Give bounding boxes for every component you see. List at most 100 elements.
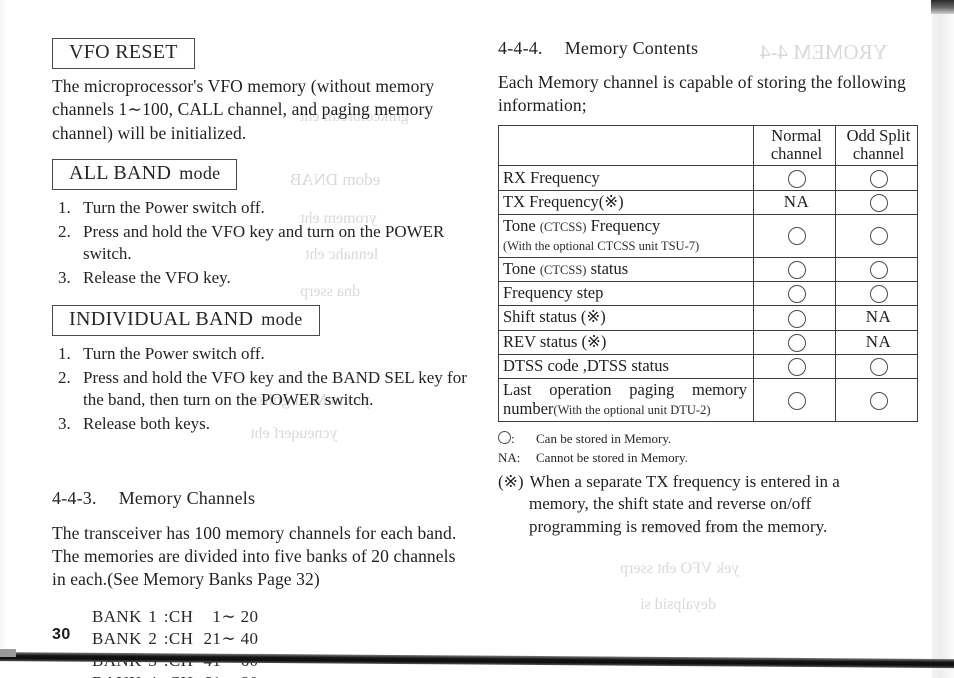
circle-icon xyxy=(787,169,806,188)
list-item: 3. Release both keys. xyxy=(52,413,472,436)
normal-channel-cell: NA xyxy=(753,189,836,215)
individual-band-step-list: 1. Turn the Power switch off. 2. Press a… xyxy=(52,343,472,436)
step-text: Turn the Power switch off. xyxy=(83,343,265,363)
circle-icon xyxy=(869,285,888,304)
channel-range: ∼ 20 xyxy=(221,606,259,626)
table-row: BANK 1 : CH 1 ∼ 20 xyxy=(92,606,267,628)
list-item: 2. Press and hold the VFO key and turn o… xyxy=(52,221,472,267)
odd-split-channel-cell xyxy=(835,165,918,191)
column-header-odd-split-channel: Odd Split channel xyxy=(835,124,918,167)
channel-start: 21 xyxy=(203,628,222,648)
channel-range: ∼ 40 xyxy=(221,628,259,648)
circle-icon xyxy=(787,391,806,410)
bank-range-table: BANK 1 : CH 1 ∼ 20 BANK 2 : CH 21 ∼ 40 B… xyxy=(92,606,267,678)
memory-contents-table: Normal channel Odd Split channel RX Freq… xyxy=(498,124,918,422)
footnote-text: Cannot be stored in Memory. xyxy=(536,449,688,465)
list-item: 3. Release the VFO key. xyxy=(52,267,472,290)
row-label-part-3: Frequency xyxy=(586,215,661,235)
footnote-line-1: When a separate TX frequency is entered … xyxy=(529,471,840,491)
circle-icon xyxy=(787,333,806,352)
all-band-heading-label: ALL BAND xyxy=(69,161,172,184)
table-footnotes: : Can be stored in Memory. NA: Cannot be… xyxy=(498,430,923,539)
row-label: TX Frequency(※) xyxy=(498,189,754,215)
odd-split-channel-cell xyxy=(835,281,918,307)
normal-channel-cell xyxy=(753,281,836,307)
footnote-asterisk: (※) When a separate TX frequency is enter… xyxy=(498,471,923,539)
row-label: Tone (CTCSS) status xyxy=(498,256,754,283)
left-column: VFO RESET The microprocessor's VFO memor… xyxy=(52,38,472,678)
footnote-line-3: programming is removed from the memory. xyxy=(529,517,828,537)
vfo-reset-paragraph: The microprocessor's VFO memory (without… xyxy=(52,76,435,143)
table-row: REV status (※) NA xyxy=(498,329,918,355)
footnote-key-text: (※) xyxy=(498,471,524,491)
right-column: 4-4-4. Memory Contents Each Memory channe… xyxy=(498,38,923,539)
table-row: TX Frequency(※) NA xyxy=(498,189,918,215)
header-line-2: channel xyxy=(770,144,823,163)
table-header-row: Normal channel Odd Split channel xyxy=(498,124,918,167)
row-label-line-2: number xyxy=(503,399,554,419)
circle-icon xyxy=(869,227,888,246)
row-label: Last operation paging memory number(With… xyxy=(498,377,754,422)
row-label: Tone (CTCSS) Frequency (With the optiona… xyxy=(498,213,754,258)
memory-channels-paragraph: The transceiver has 100 memory channels … xyxy=(52,522,457,590)
bank-index: 4 xyxy=(142,672,164,678)
na-label: NA xyxy=(783,191,810,211)
table-row: Tone (CTCSS) status xyxy=(498,256,918,283)
step-number: 3. xyxy=(58,268,71,288)
list-item: 1. Turn the Power switch off. xyxy=(52,343,472,366)
all-band-heading-box: ALL BAND mode xyxy=(52,158,238,190)
scan-right-corner-shadow xyxy=(931,0,954,14)
odd-split-channel-cell xyxy=(835,189,918,215)
step-number: 2. xyxy=(58,367,71,387)
table-row: Tone (CTCSS) Frequency (With the optiona… xyxy=(498,213,918,258)
channel-start: 1 xyxy=(212,606,222,626)
circle-icon xyxy=(869,261,888,280)
row-label-line-1: Last operation paging memory xyxy=(503,379,747,399)
odd-split-channel-cell: NA xyxy=(835,329,918,355)
header-line-2: channel xyxy=(852,144,905,163)
step-text: Press and hold the VFO key and the BAND … xyxy=(83,367,467,410)
list-item: 1. Turn the Power switch off. xyxy=(52,197,472,220)
individual-band-heading-suffix: mode xyxy=(261,308,303,329)
step-number: 1. xyxy=(58,197,71,217)
circle-icon xyxy=(787,357,806,376)
row-label-part-2: (CTCSS) xyxy=(539,219,587,234)
row-label: Shift status (※) xyxy=(498,305,754,331)
odd-split-channel-cell xyxy=(835,256,918,283)
step-text: Turn the Power switch off. xyxy=(83,197,265,217)
normal-channel-cell xyxy=(753,305,836,331)
step-number: 3. xyxy=(58,414,71,434)
circle-icon xyxy=(787,309,806,328)
row-label: RX Frequency xyxy=(498,165,754,191)
circle-icon xyxy=(498,430,511,444)
footnote-key-text: NA: xyxy=(498,449,521,465)
channel-range: ∼ 80 xyxy=(221,672,267,678)
row-label-part-1: Tone xyxy=(503,258,540,278)
scanned-manual-page: YROMEM 4-4 gnikcolbretni eht edom DNAB y… xyxy=(0,0,954,678)
scan-bottom-corner-nick xyxy=(0,649,16,657)
all-band-heading-suffix: mode xyxy=(179,162,221,183)
channel-word: CH xyxy=(168,628,194,648)
table-row: BANK 2 : CH 21 ∼ 40 xyxy=(92,628,267,650)
row-label: Frequency step xyxy=(498,281,754,307)
table-row: Shift status (※) NA xyxy=(498,305,918,331)
table-row: BANK 4 : CH 61 ∼ 80 xyxy=(92,672,267,678)
channel-word: CH xyxy=(168,606,194,626)
circle-icon xyxy=(869,391,888,410)
bank-word: BANK xyxy=(92,672,142,678)
step-number: 1. xyxy=(58,343,71,363)
normal-channel-cell xyxy=(753,329,836,355)
circle-icon xyxy=(869,357,888,376)
vfo-reset-heading-box: VFO RESET xyxy=(52,38,195,69)
row-label-subnote: (With the optional unit DTU-2) xyxy=(553,403,711,418)
bank-word: BANK xyxy=(92,606,142,626)
odd-split-channel-cell xyxy=(835,353,918,379)
row-label: DTSS code ,DTSS status xyxy=(498,353,754,379)
individual-band-heading-label: INDIVIDUAL BAND xyxy=(69,307,254,330)
row-label-subnote: (With the optional CTCSS unit TSU-7) xyxy=(503,239,700,254)
step-number: 2. xyxy=(58,221,71,241)
header-line-1: Normal xyxy=(771,125,822,145)
normal-channel-cell xyxy=(753,256,836,283)
footnote-key-text: : xyxy=(511,430,515,446)
page-number: 30 xyxy=(52,626,71,643)
